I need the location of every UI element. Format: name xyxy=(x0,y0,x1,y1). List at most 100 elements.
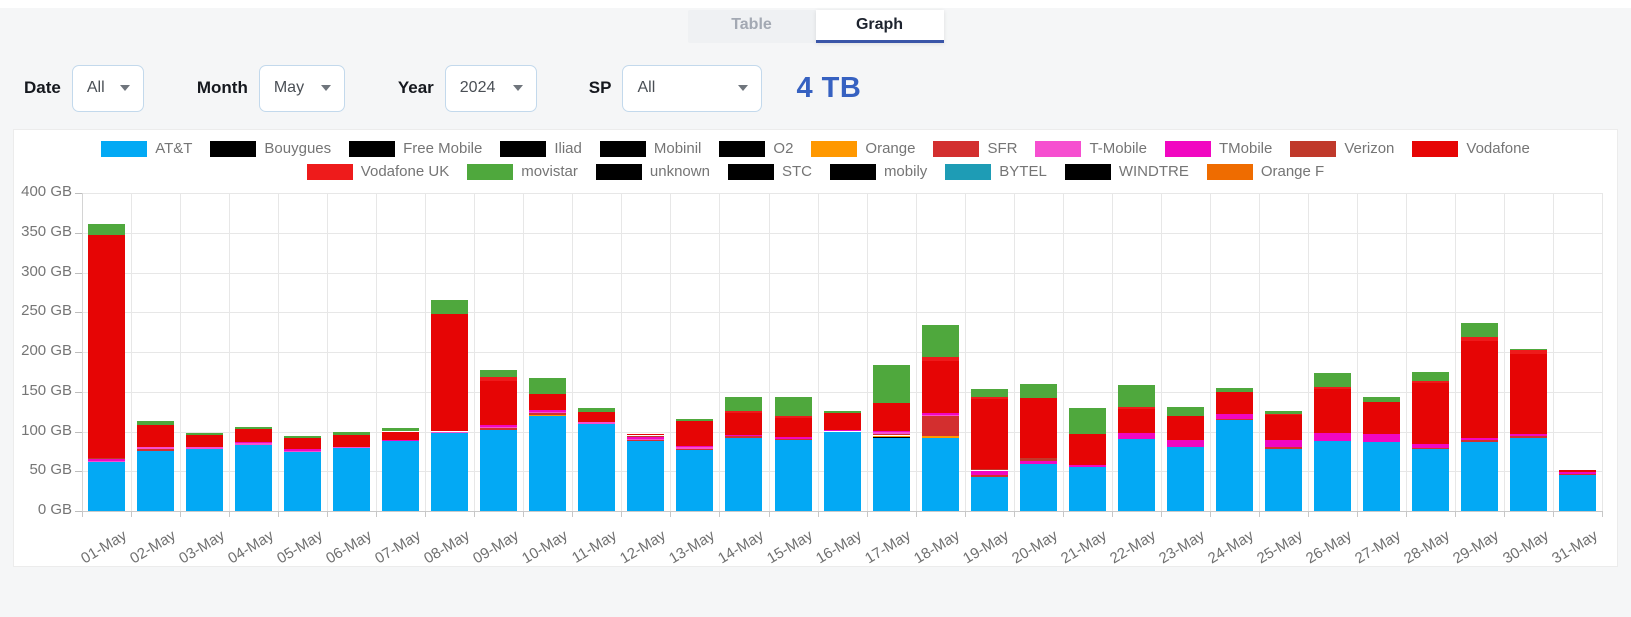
legend-item[interactable]: Mobinil xyxy=(600,140,702,157)
bar-segment[interactable] xyxy=(480,370,517,377)
bar-segment[interactable] xyxy=(1412,383,1449,444)
bar-segment[interactable] xyxy=(480,430,517,511)
bar-segment[interactable] xyxy=(1559,474,1596,475)
bar-segment[interactable] xyxy=(284,449,321,451)
bar-segment[interactable] xyxy=(1559,472,1596,474)
bar-segment[interactable] xyxy=(676,419,713,421)
bar-segment[interactable] xyxy=(676,446,713,448)
legend-item[interactable]: SFR xyxy=(933,140,1017,157)
bar-segment[interactable] xyxy=(1118,409,1155,433)
bar-segment[interactable] xyxy=(922,416,959,436)
bar-segment[interactable] xyxy=(1314,373,1351,387)
bar-segment[interactable] xyxy=(88,235,125,458)
bar-segment[interactable] xyxy=(88,462,125,511)
bar-segment[interactable] xyxy=(529,416,566,511)
bar-segment[interactable] xyxy=(627,434,664,436)
bar-segment[interactable] xyxy=(1510,350,1547,354)
date-select[interactable]: All xyxy=(72,65,144,112)
bar-segment[interactable] xyxy=(1216,392,1253,414)
bar-segment[interactable] xyxy=(922,357,959,361)
bar-segment[interactable] xyxy=(382,441,419,511)
bar-segment[interactable] xyxy=(873,434,910,436)
bar-segment[interactable] xyxy=(971,397,1008,399)
bar-segment[interactable] xyxy=(922,436,959,437)
legend-item[interactable]: O2 xyxy=(719,140,793,157)
bar-segment[interactable] xyxy=(725,436,762,437)
bar-segment[interactable] xyxy=(1265,411,1302,414)
bar-segment[interactable] xyxy=(873,403,910,431)
bar-segment[interactable] xyxy=(1412,372,1449,382)
legend-item[interactable]: Vodafone UK xyxy=(307,163,449,180)
bar-segment[interactable] xyxy=(529,413,566,415)
bar-segment[interactable] xyxy=(137,421,174,425)
bar-segment[interactable] xyxy=(1265,415,1302,440)
bar-segment[interactable] xyxy=(1412,381,1449,383)
bar-segment[interactable] xyxy=(1069,465,1106,467)
bar-segment[interactable] xyxy=(235,445,272,511)
bar-segment[interactable] xyxy=(971,477,1008,511)
bar-segment[interactable] xyxy=(971,399,1008,469)
bar-segment[interactable] xyxy=(873,438,910,511)
bar-segment[interactable] xyxy=(1265,414,1302,415)
bar-segment[interactable] xyxy=(873,431,910,433)
bar-segment[interactable] xyxy=(1510,434,1547,436)
bar-segment[interactable] xyxy=(922,437,959,511)
bar-segment[interactable] xyxy=(137,451,174,511)
sp-select[interactable]: All xyxy=(622,65,762,112)
bar-segment[interactable] xyxy=(775,397,812,415)
bar-segment[interactable] xyxy=(333,432,370,435)
bar-segment[interactable] xyxy=(1020,464,1057,511)
bar-segment[interactable] xyxy=(1020,458,1057,461)
bar-segment[interactable] xyxy=(775,418,812,437)
bar-segment[interactable] xyxy=(480,428,517,430)
bar-segment[interactable] xyxy=(529,410,566,412)
bar-segment[interactable] xyxy=(1069,434,1106,465)
bar-segment[interactable] xyxy=(235,443,272,445)
legend-item[interactable]: WINDTRE xyxy=(1065,163,1189,180)
bar-segment[interactable] xyxy=(88,224,125,235)
bar-segment[interactable] xyxy=(529,415,566,416)
legend-item[interactable]: movistar xyxy=(467,163,578,180)
bar-segment[interactable] xyxy=(676,447,713,449)
legend-item[interactable]: Orange F xyxy=(1207,163,1324,180)
legend-item[interactable]: AT&T xyxy=(101,140,192,157)
bar-segment[interactable] xyxy=(480,377,517,381)
bar-segment[interactable] xyxy=(1314,433,1351,441)
bar-segment[interactable] xyxy=(1510,349,1547,351)
bar-segment[interactable] xyxy=(88,459,125,460)
bar-segment[interactable] xyxy=(1314,387,1351,389)
bar-segment[interactable] xyxy=(186,447,223,449)
bar-segment[interactable] xyxy=(284,436,321,437)
bar-segment[interactable] xyxy=(578,424,615,512)
bar-segment[interactable] xyxy=(1412,449,1449,511)
bar-segment[interactable] xyxy=(1167,447,1204,511)
bar-segment[interactable] xyxy=(725,437,762,511)
bar-segment[interactable] xyxy=(333,447,370,449)
bar-segment[interactable] xyxy=(137,447,174,449)
legend-item[interactable]: unknown xyxy=(596,163,710,180)
bar-segment[interactable] xyxy=(1118,439,1155,511)
legend-item[interactable]: Free Mobile xyxy=(349,140,482,157)
legend-item[interactable]: mobily xyxy=(830,163,927,180)
bar-segment[interactable] xyxy=(431,314,468,432)
bar-segment[interactable] xyxy=(922,325,959,357)
bar-segment[interactable] xyxy=(824,413,861,430)
legend-item[interactable]: Iliad xyxy=(500,140,582,157)
bar-segment[interactable] xyxy=(1461,440,1498,442)
bar-segment[interactable] xyxy=(1118,385,1155,407)
bar-segment[interactable] xyxy=(1461,337,1498,341)
bar-segment[interactable] xyxy=(971,475,1008,477)
bar-segment[interactable] xyxy=(627,440,664,441)
year-select[interactable]: 2024 xyxy=(445,65,537,112)
bar-segment[interactable] xyxy=(1069,467,1106,511)
bar-segment[interactable] xyxy=(137,425,174,447)
bar-segment[interactable] xyxy=(873,436,910,437)
bar-segment[interactable] xyxy=(1020,398,1057,458)
legend-item[interactable]: BYTEL xyxy=(945,163,1047,180)
bar-segment[interactable] xyxy=(186,435,223,448)
bar-segment[interactable] xyxy=(627,437,664,439)
legend-item[interactable]: T-Mobile xyxy=(1035,140,1147,157)
bar-segment[interactable] xyxy=(382,432,419,440)
bar-segment[interactable] xyxy=(775,439,812,511)
bar-segment[interactable] xyxy=(1363,397,1400,402)
